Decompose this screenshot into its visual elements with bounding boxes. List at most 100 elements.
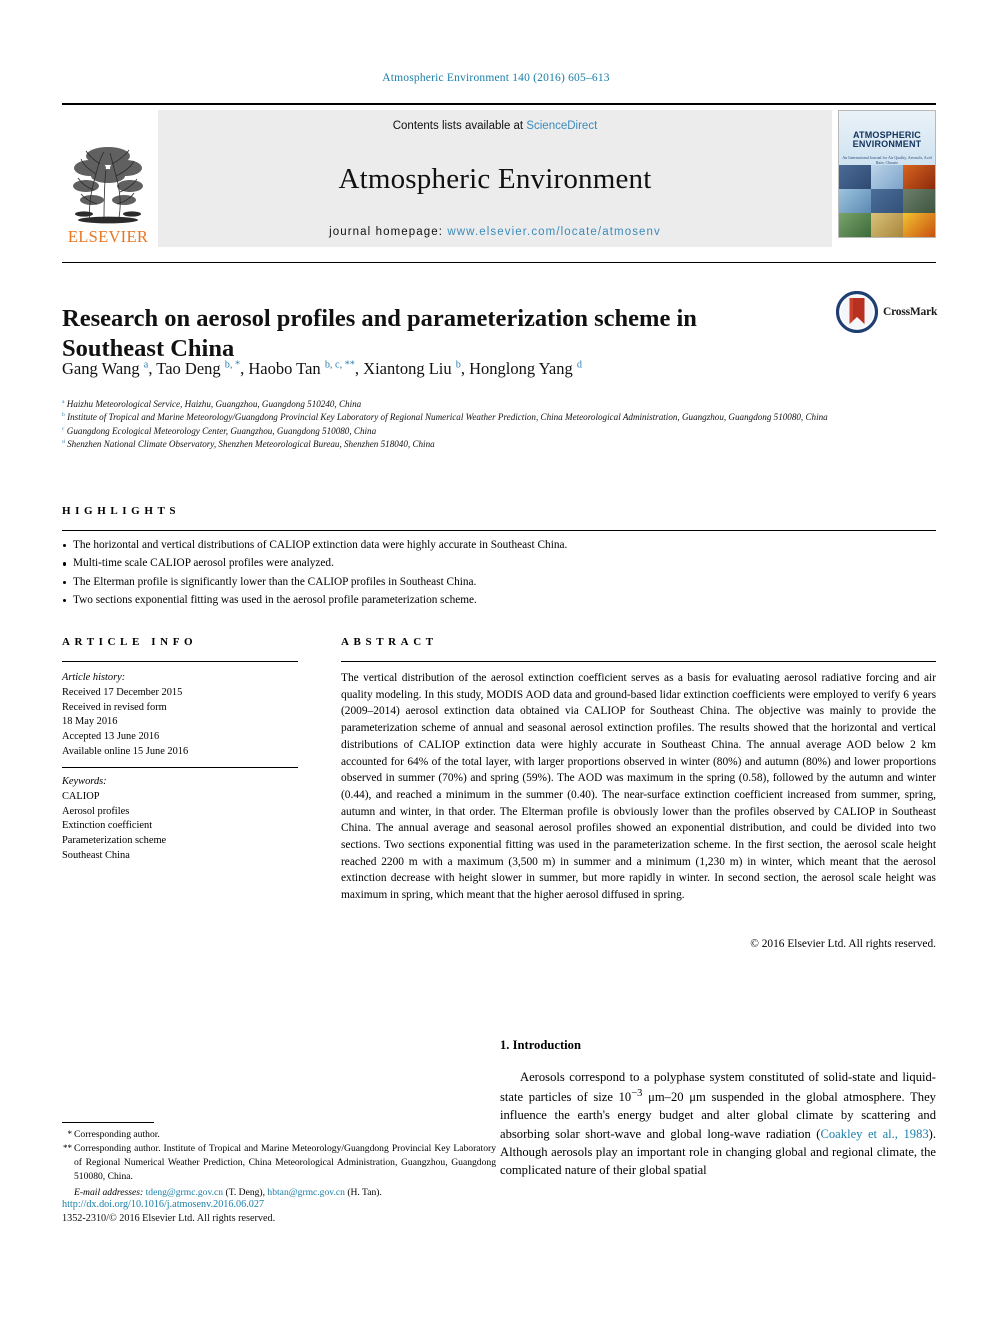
affiliation-item: c Guangdong Ecological Meteorology Cente… bbox=[62, 425, 867, 438]
author-affiliation-mark: b bbox=[455, 359, 461, 371]
abstract-text: The vertical distribution of the aerosol… bbox=[341, 672, 936, 902]
author-entry: Xiantong Liu b bbox=[363, 359, 461, 378]
affiliation-mark: b bbox=[62, 412, 65, 419]
keywords-label: Keywords: bbox=[62, 776, 107, 787]
cover-title: ATMOSPHERIC ENVIRONMENT bbox=[839, 130, 935, 150]
affiliation-item: b Institute of Tropical and Marine Meteo… bbox=[62, 411, 867, 424]
keyword-item: Southeast China bbox=[62, 849, 130, 861]
affiliation-mark: a bbox=[62, 399, 65, 405]
page-footer: http://dx.doi.org/10.1016/j.atmosenv.201… bbox=[62, 1198, 502, 1226]
cover-image-grid bbox=[839, 165, 935, 237]
title-divider bbox=[62, 262, 936, 263]
footnote-divider bbox=[62, 1122, 154, 1123]
article-history-item: Received in revised form bbox=[62, 701, 167, 713]
affiliation-mark: d bbox=[62, 439, 65, 446]
crossmark-badge[interactable]: CrossMark bbox=[836, 290, 938, 334]
article-history-item: Available online 15 June 2016 bbox=[62, 745, 189, 757]
footnote-text: Corresponding author. bbox=[74, 1129, 160, 1140]
email-link-deng[interactable]: tdeng@grmc.gov.cn bbox=[146, 1187, 223, 1198]
article-history-item: Accepted 13 June 2016 bbox=[62, 731, 160, 743]
sciencedirect-link[interactable]: ScienceDirect bbox=[526, 120, 597, 132]
highlight-item: The horizontal and vertical distribution… bbox=[62, 536, 936, 554]
elsevier-wordmark: ELSEVIER bbox=[67, 226, 149, 246]
article-history-item: Received 17 December 2015 bbox=[62, 686, 183, 698]
author-name: Honglong Yang bbox=[469, 359, 573, 378]
author-list: Gang Wang a, Tao Deng b, *, Haobo Tan b,… bbox=[62, 359, 582, 378]
email-link-tan[interactable]: hbtan@grmc.gov.cn bbox=[267, 1187, 344, 1198]
author-name: Haobo Tan bbox=[248, 359, 321, 378]
abstract-heading: ABSTRACT bbox=[341, 636, 438, 648]
highlights-divider bbox=[62, 530, 936, 531]
author-name: Tao Deng bbox=[156, 359, 221, 378]
footnote-block: * Corresponding author. ** Corresponding a… bbox=[56, 1128, 496, 1200]
keyword-item: Parameterization scheme bbox=[62, 835, 167, 847]
email-owner-deng: (T. Deng) bbox=[225, 1187, 263, 1198]
article-history-item: 18 May 2016 bbox=[62, 716, 118, 728]
footnote-item: ** Corresponding author. Institute of Tro… bbox=[56, 1142, 496, 1184]
author-name: Xiantong Liu bbox=[363, 359, 452, 378]
affiliation-item: d Shenzhen National Climate Observatory,… bbox=[62, 438, 867, 451]
journal-banner: ELSEVIER Contents lists available at Sci… bbox=[62, 103, 936, 247]
intro-superscript: −3 bbox=[631, 1088, 643, 1100]
abstract-copyright: © 2016 Elsevier Ltd. All rights reserved… bbox=[750, 938, 936, 950]
crossmark-icon bbox=[836, 291, 878, 333]
author-affiliation-mark: b, c, ** bbox=[324, 359, 355, 371]
affiliation-item: a Haizhu Meteorological Service, Haizhu,… bbox=[62, 398, 867, 411]
citation-link[interactable]: Coakley et al., 1983 bbox=[820, 1127, 928, 1141]
article-info-divider bbox=[62, 661, 298, 662]
affiliation-text: Haizhu Meteorological Service, Haizhu, G… bbox=[66, 399, 362, 410]
author-affiliation-mark: d bbox=[576, 359, 582, 371]
affiliation-text: Shenzhen National Climate Observatory, S… bbox=[67, 439, 435, 450]
contents-line: Contents lists available at ScienceDirec… bbox=[393, 120, 598, 132]
keyword-item: Extinction coefficient bbox=[62, 820, 153, 832]
highlights-heading: HIGHLIGHTS bbox=[62, 505, 181, 517]
affiliation-list: a Haizhu Meteorological Service, Haizhu,… bbox=[62, 398, 867, 452]
banner-center: Contents lists available at ScienceDirec… bbox=[158, 110, 832, 247]
author-affiliation-mark: b, * bbox=[224, 359, 241, 371]
affiliation-mark: c bbox=[62, 425, 65, 432]
issn-copyright: 1352-2310/© 2016 Elsevier Ltd. All right… bbox=[62, 1213, 276, 1225]
cover-title-line2: ENVIRONMENT bbox=[852, 139, 922, 150]
journal-name: Atmospheric Environment bbox=[338, 162, 652, 195]
elsevier-logo: ELSEVIER bbox=[62, 110, 154, 247]
author-affiliation-mark: a bbox=[143, 359, 149, 371]
journal-homepage-link[interactable]: www.elsevier.com/locate/atmosenv bbox=[447, 226, 661, 238]
keyword-item: CALIOP bbox=[62, 790, 100, 802]
abstract-divider bbox=[341, 661, 936, 662]
affiliation-text: Institute of Tropical and Marine Meteoro… bbox=[67, 412, 828, 423]
footnote-mark: ** bbox=[63, 1143, 72, 1153]
introduction-body: Aerosols correspond to a polyphase syste… bbox=[500, 1068, 936, 1179]
page-title: Research on aerosol profiles and paramet… bbox=[62, 305, 697, 363]
author-name: Gang Wang bbox=[62, 359, 140, 378]
highlights-list: The horizontal and vertical distribution… bbox=[62, 536, 936, 609]
author-entry: Haobo Tan b, c, ** bbox=[248, 359, 355, 378]
article-info-heading: ARTICLE INFO bbox=[62, 636, 198, 648]
highlight-item: Multi-time scale CALIOP aerosol profiles… bbox=[62, 554, 936, 572]
cover-subtitle: An International Journal for Air Quality… bbox=[842, 155, 932, 166]
footnote-mark: * bbox=[67, 1129, 73, 1139]
highlight-item: Two sections exponential fitting was use… bbox=[62, 591, 936, 609]
author-entry: Tao Deng b, * bbox=[156, 359, 240, 378]
author-entry: Honglong Yang d bbox=[469, 359, 582, 378]
running-head: Atmospheric Environment 140 (2016) 605–6… bbox=[382, 72, 610, 84]
keywords-divider bbox=[62, 767, 298, 768]
footnote-text: Corresponding author. Institute of Tropi… bbox=[74, 1143, 496, 1182]
keywords-list: Keywords: CALIOP Aerosol profiles Extinc… bbox=[62, 775, 298, 864]
author-entry: Gang Wang a bbox=[62, 359, 148, 378]
email-owner-tan: (H. Tan). bbox=[347, 1187, 382, 1198]
footnote-item: * Corresponding author. bbox=[56, 1128, 496, 1142]
journal-cover-thumbnail: ATMOSPHERIC ENVIRONMENT An International… bbox=[838, 110, 936, 238]
keyword-item: Aerosol profiles bbox=[62, 805, 130, 817]
highlight-item: The Elterman profile is significantly lo… bbox=[62, 573, 936, 591]
affiliation-text: Guangdong Ecological Meteorology Center,… bbox=[66, 426, 377, 436]
doi-link[interactable]: http://dx.doi.org/10.1016/j.atmosenv.201… bbox=[62, 1198, 502, 1212]
email-label: E-mail addresses: bbox=[74, 1187, 144, 1198]
elsevier-tree-icon bbox=[73, 146, 143, 223]
homepage-prefix: journal homepage: bbox=[329, 226, 448, 238]
introduction-paragraph: Aerosols correspond to a polyphase syste… bbox=[500, 1068, 936, 1179]
crossmark-label: CrossMark bbox=[883, 306, 938, 318]
journal-homepage-line: journal homepage: www.elsevier.com/locat… bbox=[329, 226, 661, 238]
introduction-heading: 1. Introduction bbox=[500, 1038, 581, 1052]
contents-prefix: Contents lists available at bbox=[392, 120, 527, 132]
paper-page: Atmospheric Environment 140 (2016) 605–6… bbox=[0, 0, 992, 1323]
